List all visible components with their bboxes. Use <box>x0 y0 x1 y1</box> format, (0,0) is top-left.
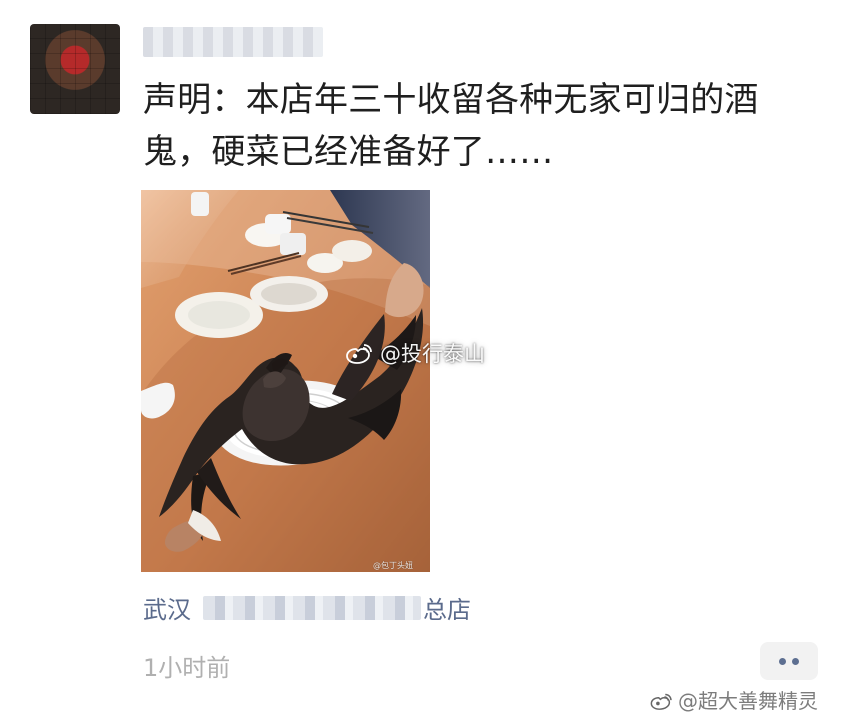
post-time: 1小时前 <box>143 654 231 682</box>
avatar[interactable] <box>30 24 120 114</box>
weibo-icon <box>650 691 674 710</box>
bat-dish-photo <box>141 190 430 572</box>
location-city: 武汉 <box>143 596 191 624</box>
post-text: 声明：本店年三十收留各种无家可归的酒鬼，硬菜已经准备好了…… <box>143 80 759 172</box>
watermark-bottom-text: @超大善舞精灵 <box>678 689 818 713</box>
location-blurred-text <box>203 595 421 620</box>
more-options-icon <box>779 657 799 665</box>
location-suffix: 总店 <box>423 596 471 624</box>
watermark-center: @投行泰山 <box>346 338 485 368</box>
watermark-bottom: @超大善舞精灵 <box>650 685 818 714</box>
post-image[interactable] <box>141 190 430 572</box>
watermark-center-text: @投行泰山 <box>380 342 485 366</box>
watermark-image-small: @包丁头妞 <box>373 561 413 570</box>
location-link[interactable]: 武汉 总店 <box>143 590 471 625</box>
weibo-icon <box>346 342 374 364</box>
more-options-button[interactable] <box>760 642 818 680</box>
nickname-blurred[interactable] <box>143 27 323 57</box>
